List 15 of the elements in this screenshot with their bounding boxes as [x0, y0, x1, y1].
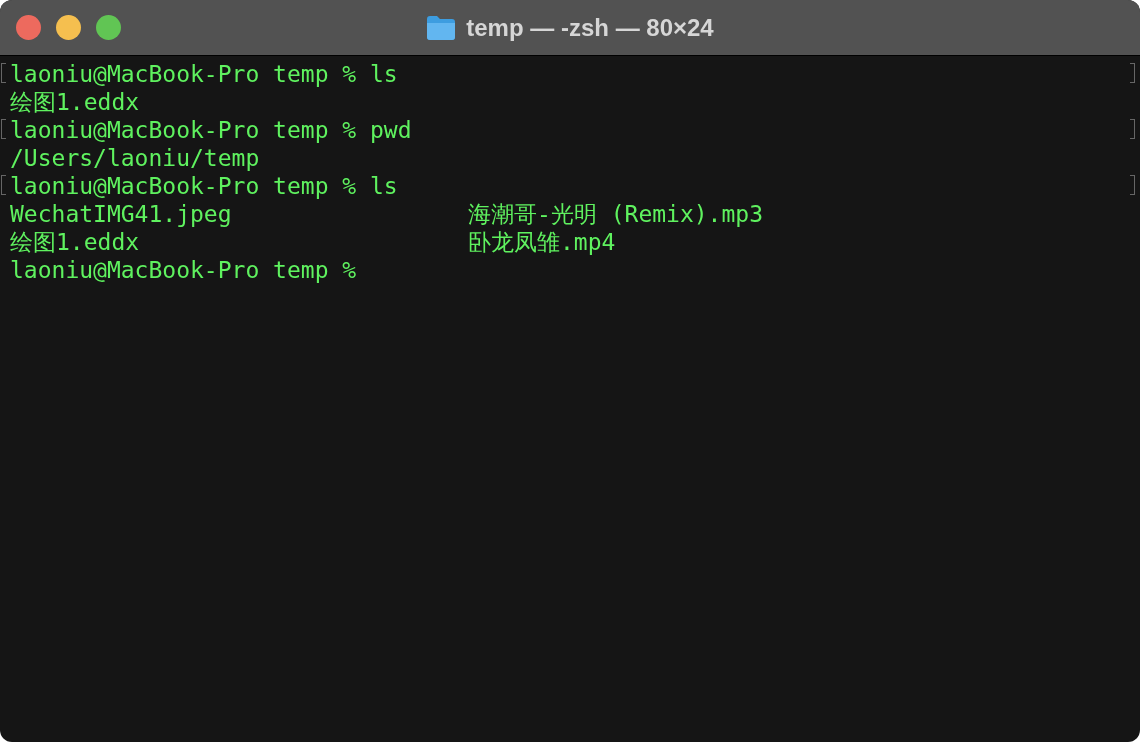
- terminal-line: /Users/laoniu/temp: [10, 144, 260, 172]
- terminal-line: laoniu@MacBook-Pro temp %: [10, 256, 357, 284]
- folder-icon: [426, 14, 457, 41]
- minimize-button[interactable]: [56, 15, 81, 40]
- terminal-line: 绘图1.eddx: [10, 88, 140, 116]
- file-name: 绘图1.eddx: [10, 228, 140, 256]
- terminal-line: laoniu@MacBook-Pro temp % pwd: [10, 116, 412, 144]
- close-button[interactable]: [16, 15, 41, 40]
- file-name: 卧龙凤雏.mp4: [468, 228, 616, 256]
- terminal-line: laoniu@MacBook-Pro temp % ls: [10, 60, 398, 88]
- file-name: WechatIMG41.jpeg: [10, 200, 232, 228]
- window-title: temp — -zsh — 80×24: [466, 13, 714, 42]
- terminal-line: laoniu@MacBook-Pro temp % ls: [10, 172, 398, 200]
- file-name: 海潮哥-光明 (Remix).mp3: [468, 200, 763, 228]
- zoom-button[interactable]: [96, 15, 121, 40]
